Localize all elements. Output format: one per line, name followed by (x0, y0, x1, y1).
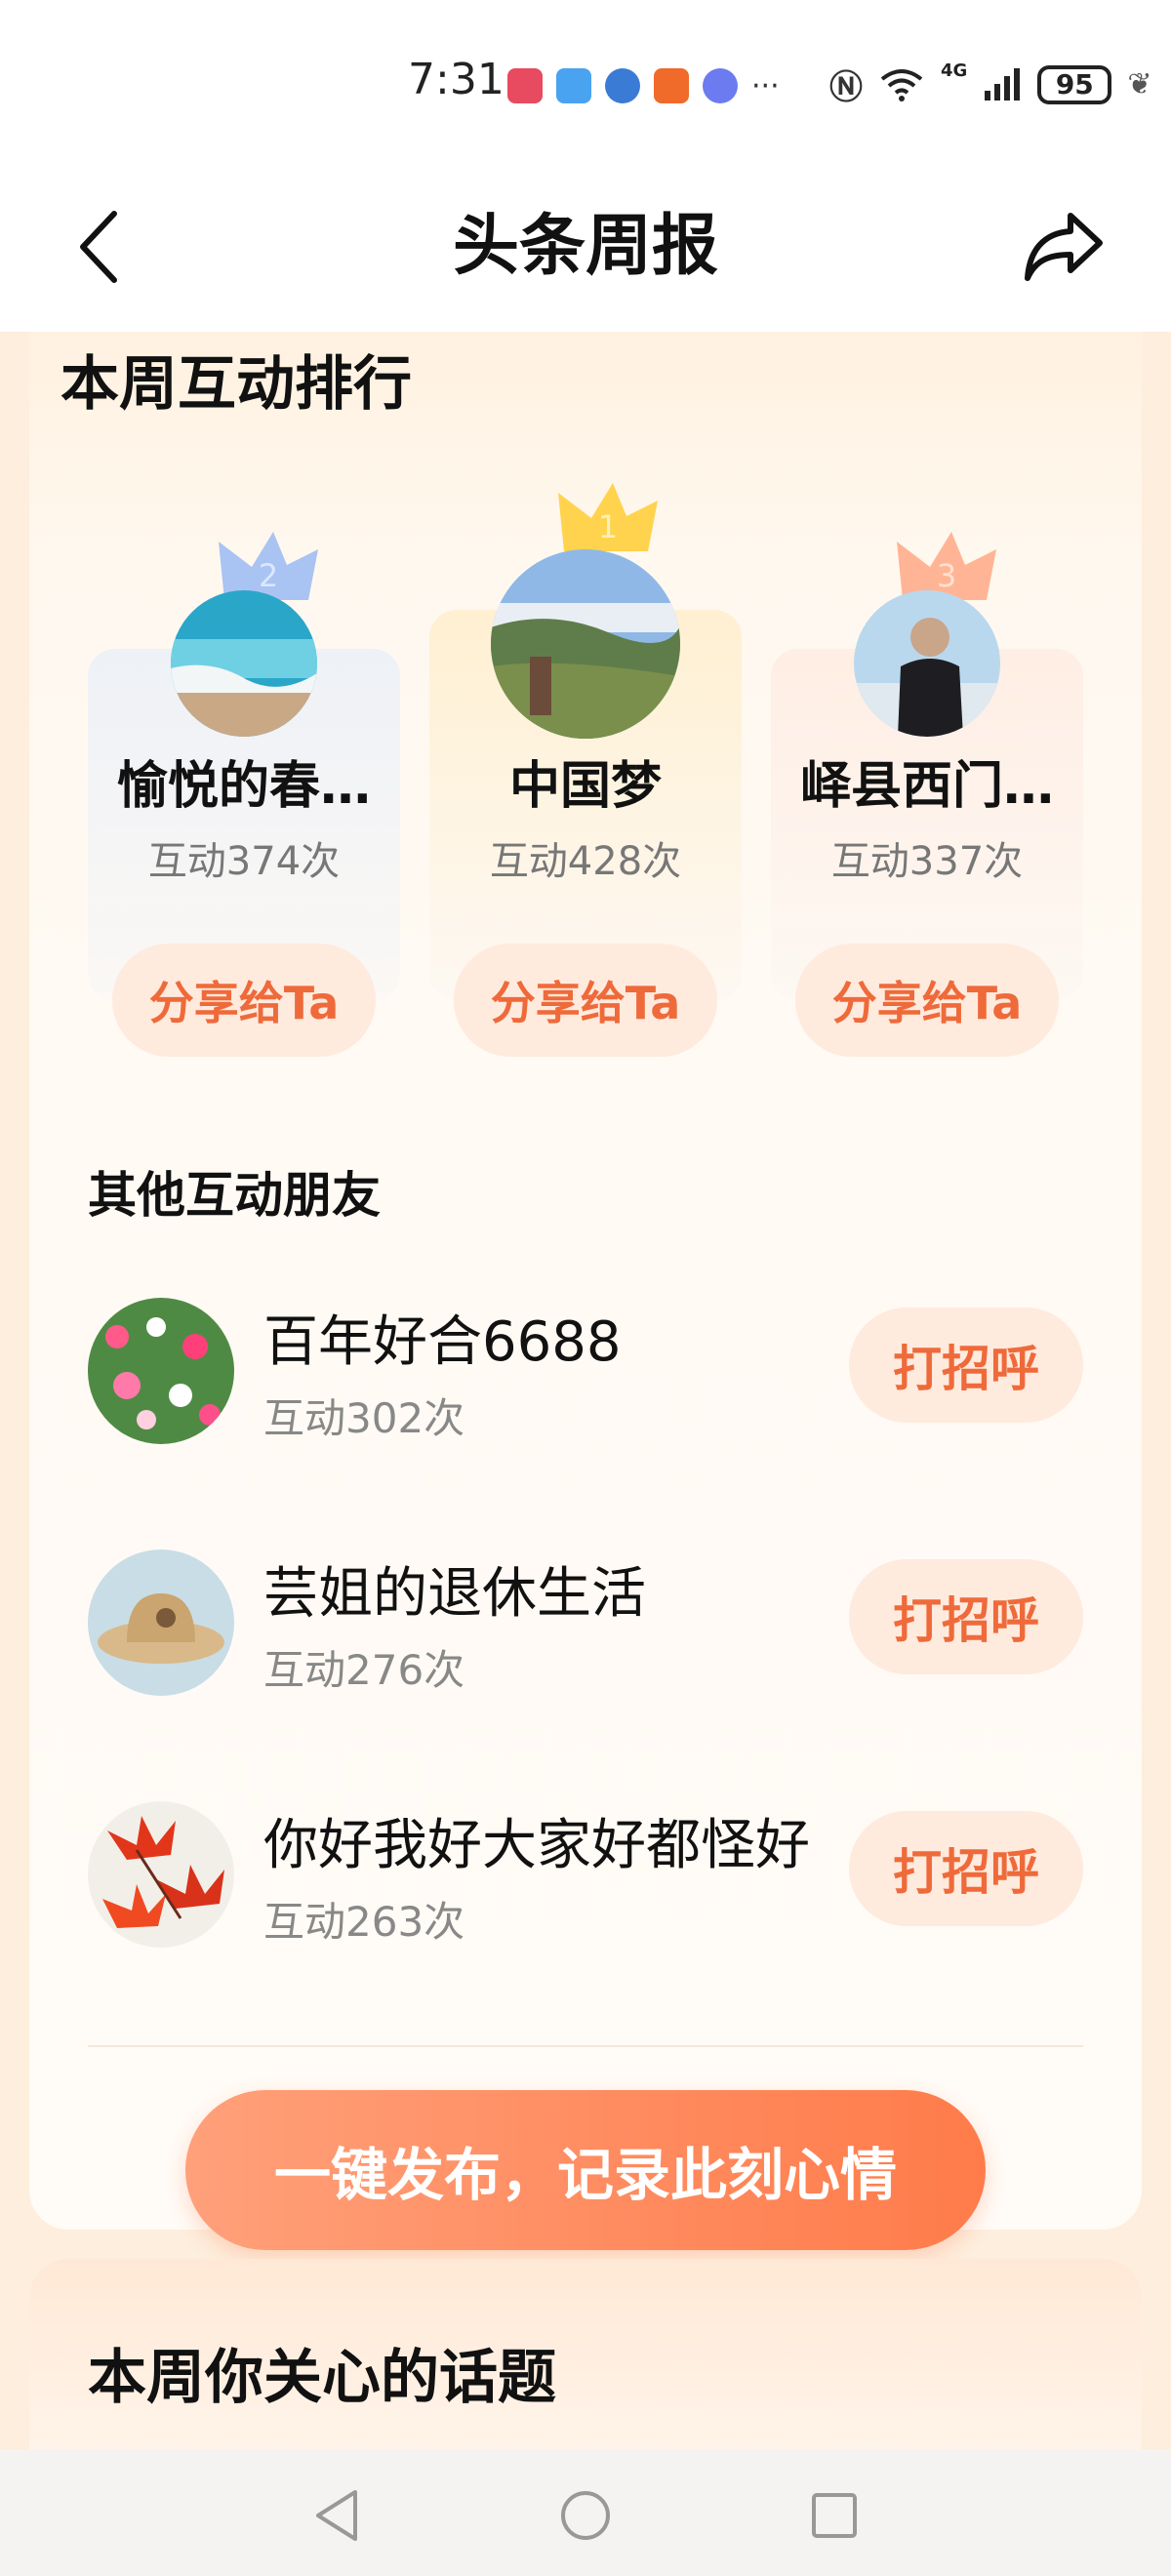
wifi-icon (880, 68, 923, 101)
podium-count: 互动337次 (830, 839, 1024, 884)
section-title-ranking: 本周互动排行 (61, 350, 412, 419)
status-bar: 7:31 ··· Ⓝ 4G 95 ❦ (0, 0, 1171, 166)
greet-button[interactable]: 打招呼 (849, 1811, 1083, 1926)
system-navigation-bar (0, 2449, 1171, 2576)
network-type: 4G (941, 60, 968, 81)
friend-name: 你好我好大家好都怪好 (263, 1814, 810, 1877)
music-icon (703, 68, 738, 103)
avatar[interactable] (171, 590, 317, 737)
podium-name: 中国梦 (508, 757, 662, 816)
friend-name: 百年好合6688 (263, 1310, 622, 1374)
friend-count: 互动302次 (263, 1394, 465, 1442)
rank-number: 3 (937, 557, 956, 594)
friend-row: 你好我好大家好都怪好 互动263次 打招呼 (88, 1801, 1083, 1957)
share-to-friend-button[interactable]: 分享给Ta (454, 944, 717, 1057)
signal-icon (985, 67, 1021, 101)
podium-name: 愉悦的春… (116, 757, 371, 816)
podium-count: 互动428次 (489, 839, 682, 884)
system-status: Ⓝ 4G 95 ❦ (829, 60, 1151, 108)
more-icon: ··· (751, 68, 780, 103)
nav-recents-button[interactable] (795, 2476, 873, 2555)
friend-row: 百年好合6688 互动302次 打招呼 (88, 1298, 1083, 1454)
share-to-friend-button[interactable]: 分享给Ta (795, 944, 1059, 1057)
gold-crown-icon: 1 (558, 483, 658, 551)
avatar[interactable] (491, 549, 680, 739)
share-arrow-icon (1025, 213, 1103, 281)
status-time: 7:31 (408, 55, 505, 104)
eco-leaf-icon: ❦ (1127, 67, 1152, 101)
podium-count: 互动374次 (147, 839, 341, 884)
battery-indicator: 95 (1037, 64, 1112, 104)
share-button[interactable] (1015, 203, 1112, 291)
app-header: 头条周报 (0, 166, 1171, 332)
section-title-topics: 本周你关心的话题 (88, 2344, 556, 2412)
triangle-back-icon (316, 2490, 357, 2541)
nfc-icon: Ⓝ (829, 68, 863, 107)
app-grid-icon (654, 68, 689, 103)
avatar[interactable] (88, 1801, 234, 1948)
greet-button[interactable]: 打招呼 (849, 1308, 1083, 1423)
square-recents-icon (812, 2493, 857, 2538)
divider (88, 2045, 1083, 2047)
friend-count: 互动276次 (263, 1646, 465, 1694)
podium-name: 峄县西门… (799, 757, 1054, 816)
weather-icon (556, 68, 591, 103)
page-title: 头条周报 (452, 208, 718, 285)
app-notification-icon (507, 68, 543, 103)
avatar[interactable] (854, 590, 1000, 737)
avatar[interactable] (88, 1550, 234, 1696)
section-title-other-friends: 其他互动朋友 (88, 1167, 381, 1224)
friend-name: 芸姐的退休生活 (263, 1562, 646, 1626)
greet-button[interactable]: 打招呼 (849, 1559, 1083, 1674)
one-click-publish-button[interactable]: 一键发布，记录此刻心情 (185, 2090, 986, 2250)
share-to-friend-button[interactable]: 分享给Ta (112, 944, 376, 1057)
friend-row: 芸姐的退休生活 互动276次 打招呼 (88, 1550, 1083, 1706)
browser-icon (605, 68, 640, 103)
nav-home-button[interactable] (546, 2476, 625, 2555)
rank-number: 1 (598, 508, 618, 545)
rank-number: 2 (259, 557, 278, 594)
circle-home-icon (561, 2491, 610, 2540)
nav-back-button[interactable] (298, 2476, 376, 2555)
avatar[interactable] (88, 1298, 234, 1444)
notification-icons: ··· (507, 64, 780, 107)
friend-count: 互动263次 (263, 1898, 465, 1946)
